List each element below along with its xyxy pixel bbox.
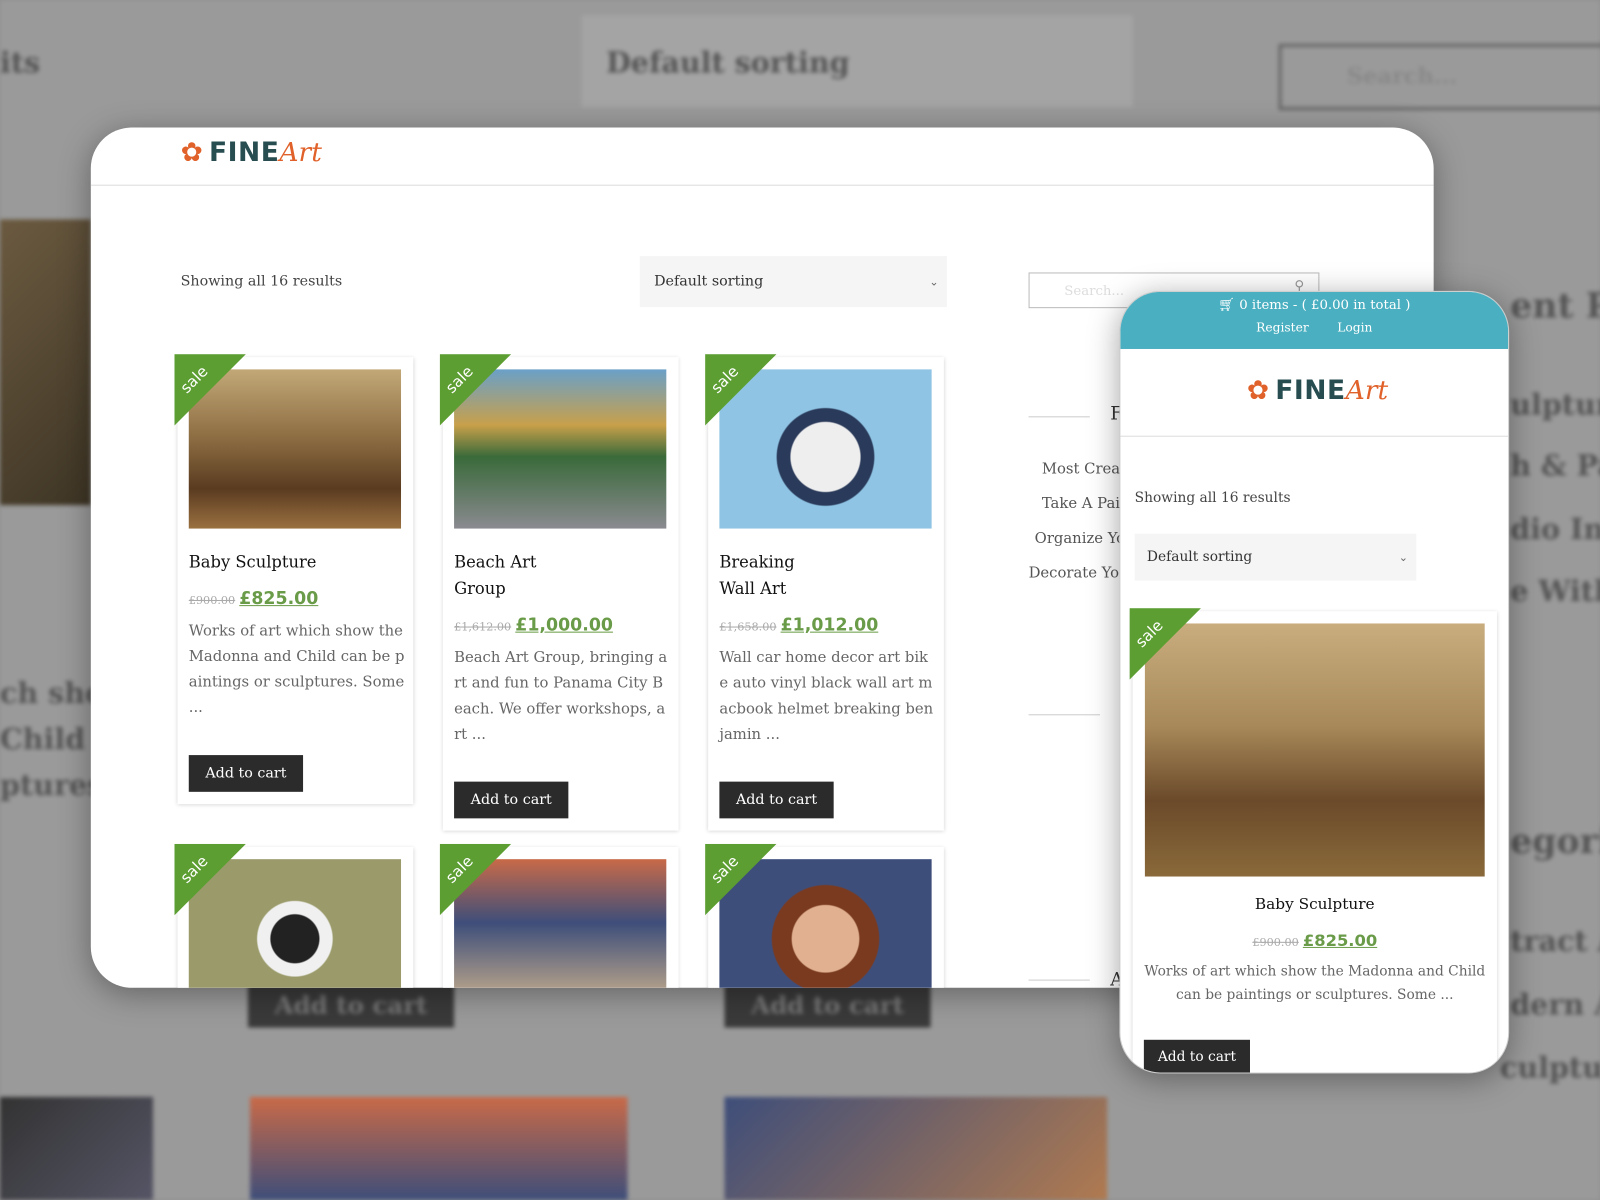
flower-icon: ✿ (180, 137, 203, 169)
bg-text: ent Po (1510, 285, 1600, 327)
product-card[interactable]: sale Baby Sculpture £900.00 £825.00 Works… (1129, 608, 1497, 1073)
logo-text: FINE (1275, 375, 1346, 407)
chevron-down-icon: ⌄ (929, 274, 939, 289)
sale-badge: sale (705, 354, 777, 426)
sorting-value: Default sorting (1146, 548, 1253, 566)
cart-summary: 0 items - ( £0.00 in total ) (1239, 297, 1411, 314)
product-price: £1,612.00 £1,000.00 (454, 615, 613, 635)
cart-icon: 🛒︎ (1218, 297, 1236, 314)
sale-badge: sale (439, 354, 512, 426)
divider (1120, 435, 1509, 437)
sidebar-item[interactable]: Decorate You (1029, 565, 1129, 581)
sale-price: £1,000.00 (515, 615, 613, 636)
old-price: £900.00 (188, 593, 236, 608)
product-title[interactable]: Beach Art Group (454, 549, 556, 602)
product-desc: Beach Art Group, bringing art and fun to… (454, 649, 668, 743)
sale-badge: sale (439, 843, 512, 916)
bg-text: Default sorting (606, 45, 850, 80)
add-to-cart-button[interactable]: Add to cart (1143, 1039, 1250, 1073)
bg-text: e With (1510, 574, 1600, 609)
mini-cart[interactable]: 🛒︎ 0 items - ( £0.00 in total ) (1120, 298, 1508, 314)
product-card[interactable]: sale Breaking Wall Art £1,658.00 £1,012.00… (705, 354, 944, 831)
product-price: £1,658.00 £1,012.00 (719, 615, 878, 635)
bg-text: ch sho (0, 676, 105, 711)
divider (1028, 416, 1090, 418)
sidebar-item[interactable]: Take A Pair (1042, 496, 1127, 512)
register-link[interactable]: Register (1256, 320, 1309, 334)
chevron-down-icon: ⌄ (1398, 550, 1409, 564)
add-to-cart-button[interactable]: Add to cart (719, 781, 834, 819)
bg-text: Search... (1346, 63, 1458, 90)
bg-text: dio In (1510, 512, 1600, 546)
product-desc: Wall car home decor art bike auto vinyl … (719, 649, 934, 743)
product-card[interactable]: sale (439, 843, 679, 988)
mobile-window: 🛒︎ 0 items - ( £0.00 in total ) Register… (1119, 290, 1510, 1074)
product-title[interactable]: Breaking Wall Art (719, 549, 821, 602)
old-price: £1,658.00 (719, 620, 777, 634)
divider (1028, 979, 1090, 981)
bg-text: its (0, 45, 41, 80)
bg-text: egori (1510, 821, 1600, 863)
product-title[interactable]: Baby Sculpture (1133, 895, 1497, 913)
bg-image (0, 219, 91, 506)
sale-badge: sale (174, 843, 246, 916)
sale-price: £825.00 (1302, 930, 1378, 950)
bg-text: culpture (1499, 1051, 1600, 1085)
login-link[interactable]: Login (1337, 320, 1372, 334)
logo-script: Art (1345, 375, 1389, 407)
bg-image (0, 1096, 154, 1200)
sorting-select[interactable]: Default sorting ⌄ (1134, 533, 1417, 581)
bg-add-to-cart: Add to cart (724, 984, 931, 1028)
sale-badge: sale (1129, 608, 1202, 680)
mobile-top-bar: 🛒︎ 0 items - ( £0.00 in total ) Register… (1120, 291, 1509, 349)
logo-text: FINE (208, 137, 280, 169)
divider (1028, 714, 1100, 716)
flower-icon: ✿ (1246, 375, 1270, 407)
old-price: £1,612.00 (454, 620, 512, 634)
product-title[interactable]: Baby Sculpture (189, 549, 393, 576)
bg-text: h & Pai (1510, 448, 1600, 483)
product-desc: Works of art which show the Madonna and … (188, 623, 405, 717)
sidebar-item[interactable]: Most Creat (1042, 461, 1126, 477)
product-card[interactable]: sale (174, 843, 414, 988)
sale-badge: sale (705, 843, 777, 916)
bg-add-to-cart: Add to cart (247, 984, 455, 1028)
old-price: £900.00 (1252, 935, 1299, 949)
sale-price: £1,012.00 (780, 615, 879, 636)
sorting-select[interactable]: Default sorting ⌄ (639, 256, 947, 308)
site-logo[interactable]: ✿ FINE Art (181, 138, 322, 169)
bg-text: tract A (1510, 924, 1600, 959)
result-count: Showing all 16 results (180, 273, 343, 290)
sorting-value: Default sorting (654, 273, 764, 290)
result-count: Showing all 16 results (1134, 489, 1291, 507)
sale-price: £825.00 (239, 588, 319, 610)
add-to-cart-button[interactable]: Add to cart (454, 781, 569, 819)
site-logo[interactable]: ✿ FINE Art (1247, 376, 1388, 407)
bg-image (724, 1096, 1108, 1200)
sidebar-item[interactable]: Organize Yo (1035, 531, 1125, 547)
bg-text: ulpture (1510, 387, 1600, 422)
product-card[interactable]: sale (705, 843, 944, 988)
bg-image (249, 1096, 628, 1200)
divider (90, 184, 1434, 186)
logo-script: Art (279, 137, 322, 169)
product-card[interactable]: sale Baby Sculpture £900.00 £825.00 Works … (174, 354, 414, 805)
product-price: £900.00 £825.00 (1133, 931, 1497, 950)
search-placeholder: Search... (1064, 283, 1125, 299)
product-desc: Works of art which show the Madonna and … (1144, 963, 1486, 1004)
product-price: £900.00 £825.00 (189, 589, 319, 609)
product-card[interactable]: sale Beach Art Group £1,612.00 £1,000.00 B… (439, 354, 679, 831)
sale-badge: sale (174, 354, 246, 426)
bg-text: dern A (1510, 987, 1600, 1022)
add-to-cart-button[interactable]: Add to cart (188, 755, 304, 792)
